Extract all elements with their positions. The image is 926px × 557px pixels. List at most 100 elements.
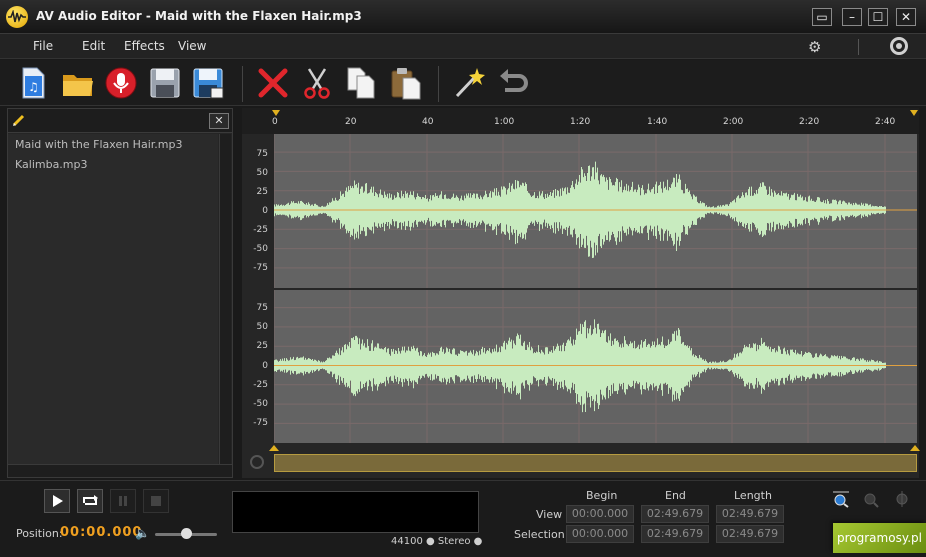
new-file-icon[interactable]: ♫ [16,66,50,100]
cut-icon[interactable] [300,66,334,100]
pause-icon [119,496,127,506]
volume-icon[interactable]: 🔈 [135,526,150,540]
toolbar-separator [438,66,439,102]
menu-effects[interactable]: Effects [124,39,165,53]
selection-begin-field[interactable]: 00:00.000 [566,525,634,543]
navigate-icon[interactable] [250,455,264,469]
selection-end-marker[interactable] [910,110,918,116]
svg-text:♫: ♫ [28,80,39,94]
file-item[interactable]: Kalimba.mp3 [15,158,88,171]
audio-format: 44100 ● Stereo ● [391,536,483,547]
menu-edit[interactable]: Edit [82,39,105,53]
zoom-out-horizontal-icon[interactable] [862,490,880,508]
end-header: End [665,489,686,502]
ruler-label: 2:00 [723,117,744,127]
view-end-field[interactable]: 02:49.679 [641,505,709,523]
position-label: Position: [16,527,63,540]
begin-header: Begin [586,489,618,502]
window-title: AV Audio Editor - Maid with the Flaxen H… [36,9,362,23]
y-axis-label: -50 [253,244,268,254]
ruler-label: 1:40 [647,117,668,127]
paste-icon[interactable] [388,66,422,100]
view-label: View [536,508,563,521]
record-icon[interactable] [104,66,138,100]
volume-slider-thumb[interactable] [181,528,192,539]
ruler-label: 40 [422,117,434,127]
horizontal-scrollbar[interactable] [8,464,232,477]
file-item[interactable]: Maid with the Flaxen Hair.mp3 [15,138,182,151]
app-logo-icon [6,6,28,28]
undo-icon[interactable] [496,66,530,100]
selection-start-marker[interactable] [272,110,280,116]
left-channel-waveform[interactable] [274,134,917,288]
ruler-label: 1:00 [494,117,515,127]
zoom-fit-icon[interactable] [893,490,911,508]
time-ruler[interactable]: 0 20 40 1:00 1:20 1:40 2:00 2:20 2:40 [242,108,919,134]
save-as-icon[interactable] [191,66,225,100]
menu-separator [858,39,859,55]
overview-end-marker[interactable] [910,445,920,451]
maximize-button[interactable]: ☐ [868,8,888,26]
level-display [232,491,479,533]
y-axis-label: -50 [253,399,268,409]
menu-file[interactable]: File [33,39,53,53]
toolbar: ♫ [0,60,926,106]
vertical-scrollbar[interactable] [219,134,231,464]
close-panel-button[interactable]: ✕ [209,113,229,129]
stop-button[interactable] [143,489,169,513]
right-channel-waveform[interactable] [274,290,917,443]
y-axis-label: -75 [253,418,268,428]
selection-length-field[interactable]: 02:49.679 [716,525,784,543]
ruler-label: 0 [272,117,278,127]
file-panel: ✕ Maid with the Flaxen Hair.mp3 Kalimba.… [7,108,233,478]
loop-icon [83,495,98,505]
ruler-label: 20 [345,117,357,127]
y-axis-label: -25 [253,225,268,235]
selection-end-field[interactable]: 02:49.679 [641,525,709,543]
play-icon [53,495,63,507]
file-list: Maid with the Flaxen Hair.mp3 Kalimba.mp… [8,134,218,464]
y-axis-label: 0 [262,361,268,371]
pause-button[interactable] [110,489,136,513]
y-axis-label: 50 [256,168,268,178]
menu-view[interactable]: View [178,39,206,53]
y-axis-label: 0 [262,206,268,216]
power-icon[interactable] [890,37,908,55]
position-value: 00:00.000 [60,525,143,540]
overview-scrollbar[interactable] [274,454,917,472]
pencil-icon[interactable] [12,113,26,127]
title-bar: AV Audio Editor - Maid with the Flaxen H… [0,0,926,34]
y-axis-label: -75 [253,263,268,273]
magic-wand-icon[interactable] [452,66,486,100]
toolbar-separator [242,66,243,102]
ruler-label: 1:20 [570,117,591,127]
ruler-label: 2:40 [875,117,896,127]
y-axis-label: 75 [256,303,268,313]
overview-start-marker[interactable] [269,445,279,451]
delete-icon[interactable] [256,66,290,100]
minimize-button[interactable]: – [842,8,862,26]
watermark: programosy.pl [833,523,926,553]
view-length-field[interactable]: 02:49.679 [716,505,784,523]
y-axis-label: -25 [253,380,268,390]
menu-bar: File Edit Effects View [0,34,926,59]
ruler-label: 2:20 [799,117,820,127]
play-button[interactable] [44,489,70,513]
file-panel-header: ✕ [8,109,232,133]
y-axis-label: 25 [256,341,268,351]
save-icon[interactable] [148,66,182,100]
length-header: Length [734,489,772,502]
stop-icon [151,496,161,506]
copy-icon[interactable] [344,66,378,100]
selection-label: Selection [514,528,565,541]
close-button[interactable]: ✕ [896,8,916,26]
zoom-in-horizontal-icon[interactable] [832,490,850,508]
view-begin-field[interactable]: 00:00.000 [566,505,634,523]
loop-button[interactable] [77,489,103,513]
open-folder-icon[interactable] [61,66,95,100]
restore-button[interactable]: ▭ [812,8,832,26]
y-axis-label: 25 [256,187,268,197]
waveform-editor: 0 20 40 1:00 1:20 1:40 2:00 2:20 2:40 75… [242,108,920,478]
settings-gear-icon[interactable]: ⚙ [808,38,821,56]
y-axis-label: 75 [256,149,268,159]
